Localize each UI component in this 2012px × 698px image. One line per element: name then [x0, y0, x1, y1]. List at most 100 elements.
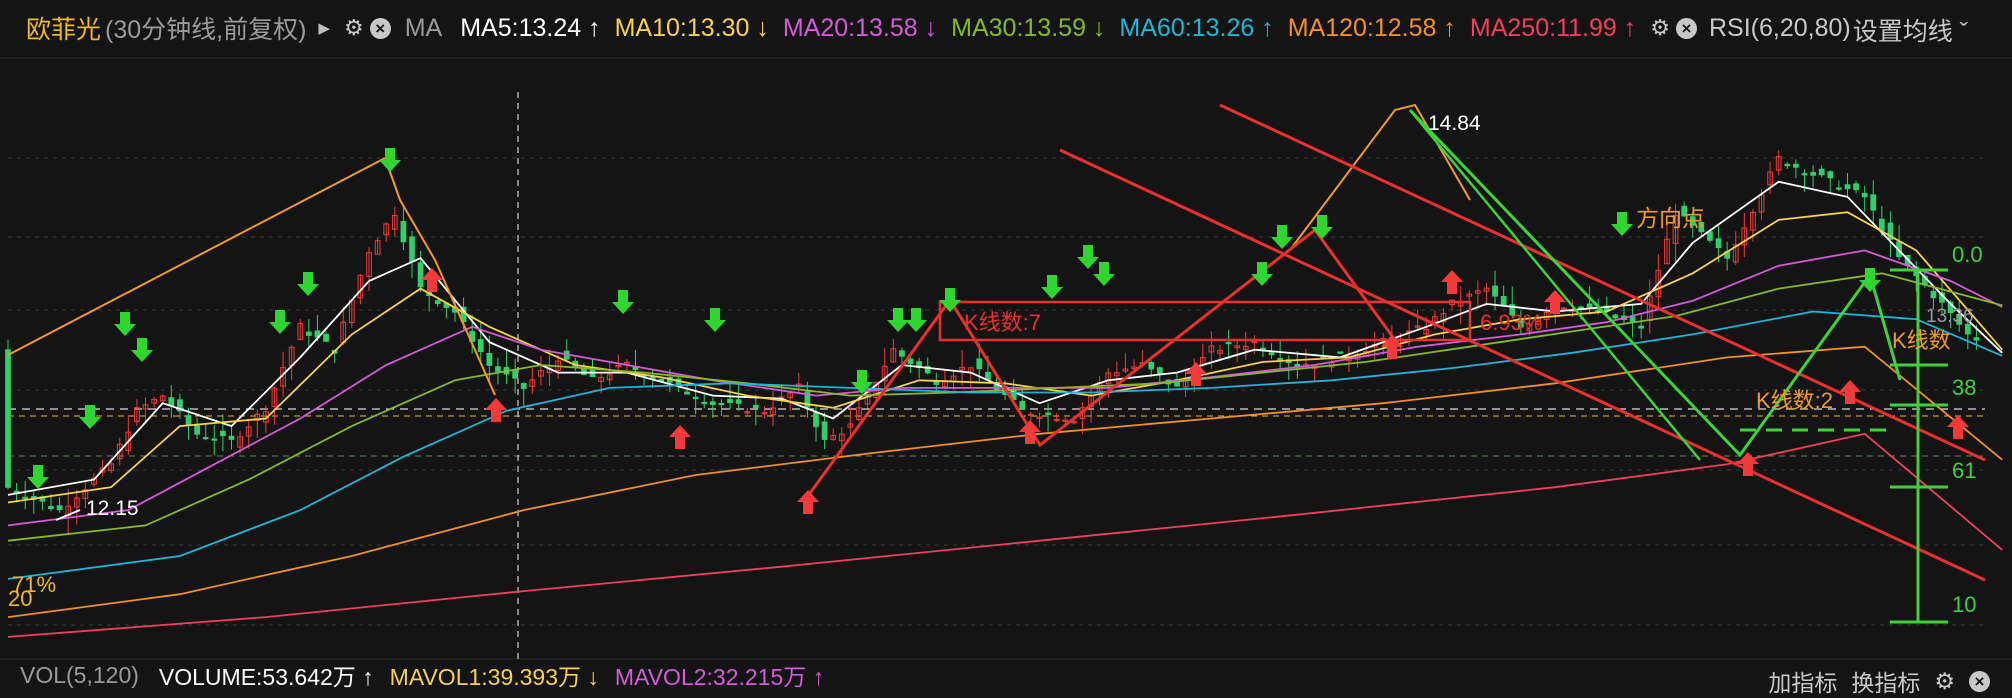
vol-label[interactable]: VOL(5,120) — [20, 662, 139, 689]
candle-body — [727, 398, 733, 404]
candle-body — [1707, 231, 1713, 241]
sell-arrow-14 — [1077, 245, 1099, 269]
candle-body — [581, 368, 587, 375]
candle-body — [813, 412, 819, 428]
candle-body — [220, 430, 226, 437]
ma60-line — [7, 310, 2003, 580]
rsi-close-icon[interactable]: × — [1675, 17, 1697, 39]
candle-body — [1148, 361, 1155, 370]
ma120-value: MA120:12.58 ↑ — [1287, 13, 1456, 42]
buy-arrow-7 — [1441, 270, 1463, 294]
high-price-label: 14.84 — [1428, 112, 1481, 135]
candle-body — [1836, 187, 1842, 190]
period-label: (30分钟线,前复权) — [105, 16, 307, 44]
chart-header: 欧菲光 (30分钟线,前复权) ▶ ⚙ × MA MA5:13.24 ↑ MA1… — [0, 0, 2012, 56]
candle-body — [1337, 351, 1344, 354]
candle-body — [933, 381, 940, 385]
direction-point-label: 方向点 — [1636, 205, 1705, 231]
candle-body — [1973, 337, 1980, 341]
candle-body — [1810, 172, 1816, 176]
candle-body — [520, 383, 527, 389]
price-chart[interactable]: 14.84 12.15 方向点 K线数:7 K线数:2 K线数 6.93% 0.0 38 61 10… — [0, 0, 2012, 690]
sell-arrow-4 — [269, 310, 291, 334]
sell-arrow-11 — [905, 308, 927, 332]
volume-gear-icon[interactable]: ⚙ — [1934, 668, 1955, 695]
add-indicator-button[interactable]: 加指标 — [1768, 664, 1837, 698]
candle-body — [907, 358, 914, 365]
candle-body — [1225, 341, 1232, 345]
candle-body — [709, 401, 716, 405]
switch-indicator-button[interactable]: 换指标 — [1851, 664, 1920, 698]
candle-body — [899, 350, 905, 357]
candle-body — [752, 404, 759, 409]
candle-body — [512, 369, 519, 379]
candle-body — [211, 438, 218, 441]
candle-body — [1818, 168, 1825, 176]
candle-body — [718, 402, 725, 406]
volume-header: VOL(5,120) VOLUME:53.642万 ↑ MAVOL1:39.39… — [0, 660, 2012, 691]
right-price-label: 13.36 — [1926, 306, 1974, 327]
candle-body — [684, 391, 690, 395]
candle-body — [735, 399, 742, 404]
gear-icon[interactable]: ⚙ — [344, 15, 364, 41]
candle-body — [185, 415, 192, 425]
indicator-controls: 加指标 换指标 ⚙ × — [1754, 664, 1990, 698]
candle-body — [1793, 163, 1799, 168]
candle-body — [305, 331, 312, 336]
stock-name[interactable]: 欧菲光 — [26, 10, 101, 46]
candle-body — [1878, 218, 1885, 232]
set-ma-button[interactable]: 设置均线 ˇ — [1853, 12, 1968, 48]
sell-arrow-19 — [1611, 212, 1633, 236]
sell-arrow-15 — [1093, 262, 1115, 286]
candle-body — [821, 421, 828, 440]
candle-body — [1861, 192, 1868, 198]
candle-body — [1045, 412, 1051, 415]
candle-body — [1629, 316, 1636, 322]
ma20-value: MA20:13.58 ↓ — [782, 13, 938, 42]
sell-arrow-0 — [27, 465, 49, 489]
candle-body — [48, 506, 54, 510]
candle-body — [495, 366, 501, 372]
sell-arrow-13 — [1041, 275, 1063, 299]
buy-arrow-2 — [669, 425, 691, 449]
mavol2-value: MAVOL2:32.215万 ↑ — [614, 664, 825, 690]
sell-arrow-6 — [379, 148, 401, 172]
candle-body — [434, 300, 441, 305]
candle-body — [477, 339, 484, 353]
candle-body — [1930, 290, 1937, 299]
sell-arrow-3 — [131, 338, 153, 362]
candle-body — [692, 396, 699, 400]
candle-body — [1156, 367, 1163, 375]
rsi-label[interactable]: RSI(6,20,80) — [1709, 14, 1851, 43]
candle-body — [1801, 173, 1808, 176]
fib-0-label: 0.0 — [1952, 242, 1983, 267]
percent-label: 6.93% — [1480, 310, 1542, 335]
candle-body — [417, 262, 424, 288]
sell-arrow-17 — [1271, 225, 1293, 249]
candle-body — [56, 505, 63, 511]
candle-body — [1827, 171, 1834, 179]
candle-body — [976, 358, 983, 370]
candle-body — [486, 353, 493, 366]
left-value-label: 20 — [8, 586, 32, 611]
candle-body — [5, 349, 11, 488]
expand-arrow-icon[interactable]: ▶ — [318, 19, 330, 37]
candle-body — [409, 236, 415, 262]
candle-body — [202, 437, 209, 440]
volume-close-icon[interactable]: × — [1969, 670, 1990, 692]
ma10-line — [7, 211, 2003, 504]
mavol1-value: MAVOL1:39.393万 ↓ — [389, 664, 599, 690]
sell-arrow-5 — [297, 272, 319, 296]
candle-body — [323, 333, 329, 342]
rsi-gear-icon[interactable]: ⚙ — [1650, 15, 1670, 41]
candle-body — [1870, 194, 1877, 211]
ma10-value: MA10:13.30 ↓ — [614, 13, 769, 42]
kline-count-label-3: K线数 — [1892, 328, 1951, 353]
sell-arrow-8 — [704, 308, 726, 332]
candle-body — [1019, 400, 1026, 410]
sell-arrow-2 — [114, 312, 136, 336]
ma250-value: MA250:11.99 ↑ — [1469, 13, 1637, 42]
close-icon[interactable]: × — [369, 17, 391, 39]
low-price-label: 12.15 — [86, 497, 139, 520]
volume-value: VOLUME:53.642万 ↑ — [158, 664, 374, 690]
